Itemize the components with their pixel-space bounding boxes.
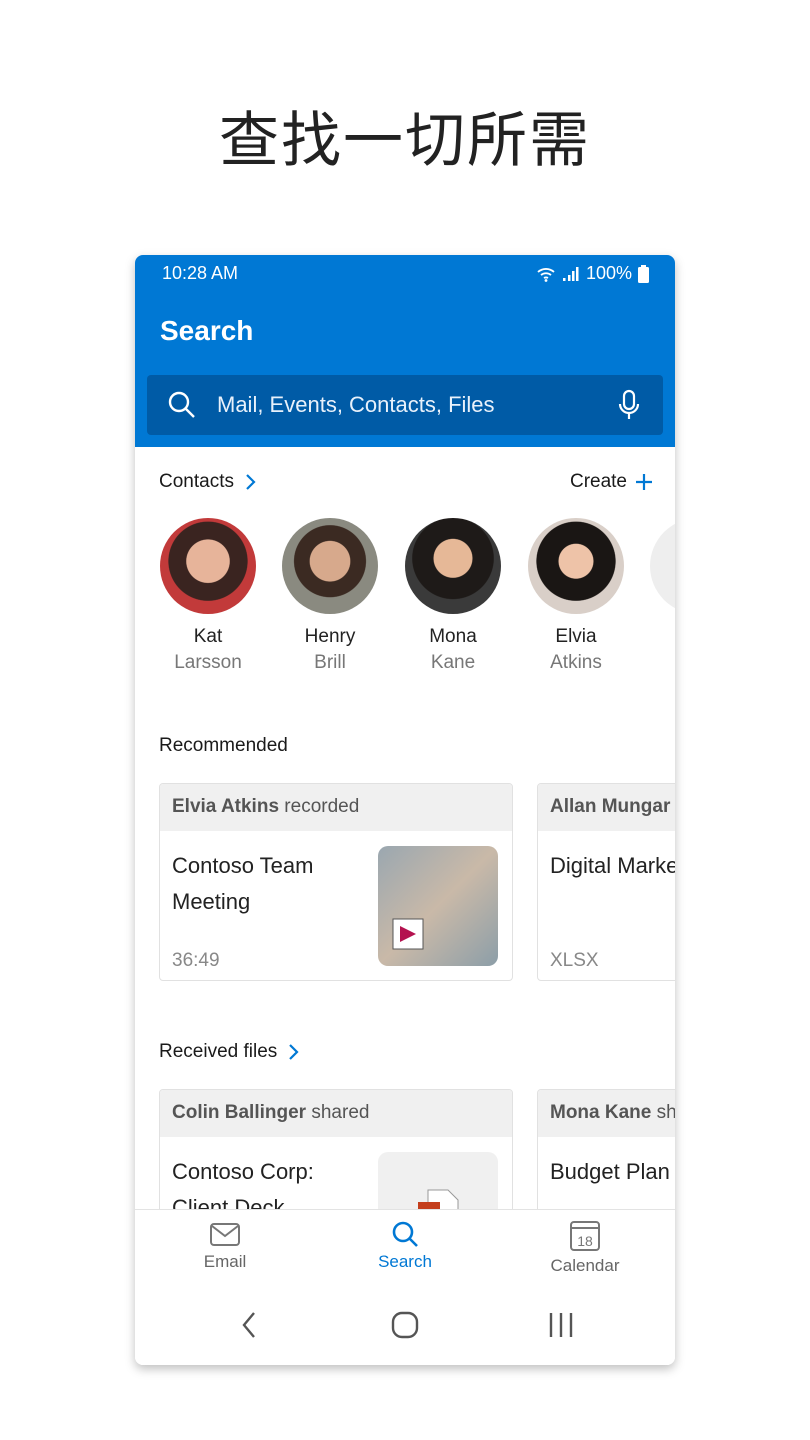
- chevron-right-icon: [246, 474, 256, 490]
- create-contact-button[interactable]: Create: [570, 471, 653, 493]
- contact-item[interactable]: Henry Brill: [270, 518, 390, 674]
- card-meta: XLSX: [550, 950, 599, 971]
- tab-search[interactable]: Search: [345, 1220, 465, 1272]
- file-thumbnail: [378, 1152, 498, 1209]
- search-placeholder: Mail, Events, Contacts, Files: [217, 392, 495, 417]
- contact-last-name: Atkins: [550, 652, 602, 673]
- contact-first-name: Kat: [193, 626, 223, 647]
- contact-last-name: Brill: [314, 652, 346, 673]
- card-author: Elvia Atkins: [172, 796, 280, 817]
- battery-icon: [638, 264, 649, 283]
- recommended-header: Recommended: [159, 735, 288, 756]
- search-icon: [392, 1221, 418, 1247]
- tab-label: Email: [203, 1252, 247, 1271]
- contact-item[interactable]: Mona Kane: [393, 518, 513, 674]
- create-label: Create: [569, 471, 627, 492]
- card-title: Budget Plan Quarter: [550, 1159, 675, 1184]
- contacts-label: Contacts: [159, 471, 234, 492]
- status-time: 10:28 AM: [162, 263, 239, 283]
- avatar: [405, 518, 501, 614]
- contact-item[interactable]: Kat Larsson: [148, 518, 268, 674]
- calendar-icon: 18: [570, 1221, 600, 1251]
- received-files-header[interactable]: Received files: [159, 1041, 299, 1063]
- search-input[interactable]: Mail, Events, Contacts, Files: [147, 375, 663, 435]
- powerpoint-file-icon: [418, 1189, 459, 1209]
- microphone-icon[interactable]: [617, 389, 641, 421]
- status-icons: 100%: [536, 263, 649, 284]
- card-action: recorded: [284, 796, 360, 817]
- contact-first-name: R: [638, 626, 675, 648]
- avatar: [282, 518, 378, 614]
- video-thumbnail: [378, 846, 498, 966]
- recommended-card[interactable]: Allan Mungar Digital Marketing Plan XLSX: [537, 783, 675, 981]
- tab-label: Search: [378, 1252, 432, 1271]
- app-header: 10:28 AM 100% Search Mail, Events, Conta…: [135, 255, 675, 447]
- avatar: [160, 518, 256, 614]
- email-icon: [210, 1223, 240, 1246]
- wifi-icon: [537, 267, 555, 282]
- battery-percent: 100%: [585, 263, 632, 283]
- card-meta: 36:49: [172, 950, 220, 971]
- contact-item[interactable]: Elvia Atkins: [516, 518, 636, 674]
- received-files-label: Received files: [159, 1041, 278, 1062]
- card-action: shared: [311, 1102, 370, 1123]
- card-author: Mona Kane: [550, 1102, 652, 1123]
- contact-first-name: Henry: [304, 626, 356, 647]
- page-title: Search: [160, 315, 254, 346]
- recent-apps-icon[interactable]: [548, 1310, 574, 1340]
- contact-last-name: T: [638, 652, 675, 674]
- tab-email[interactable]: Email: [165, 1220, 285, 1272]
- received-file-card[interactable]: Colin Ballinger shared Contoso Corp: Cli…: [159, 1089, 513, 1209]
- contact-first-name: Elvia: [555, 626, 597, 647]
- headline: 查找一切所需: [219, 106, 591, 176]
- card-action: shared: [656, 1102, 675, 1123]
- card-author: Allan Mungar: [550, 796, 671, 817]
- signal-icon: [562, 266, 579, 281]
- search-icon: [168, 391, 195, 418]
- contact-first-name: Mona: [429, 626, 477, 647]
- recommended-card[interactable]: Elvia Atkins recorded Contoso Team Meeti…: [159, 783, 513, 981]
- stream-video-icon: [392, 918, 424, 950]
- received-file-card[interactable]: Mona Kane shared Budget Plan Quarter: [537, 1089, 675, 1209]
- back-icon[interactable]: [239, 1310, 259, 1340]
- plus-icon: [636, 474, 652, 490]
- search-content: Contacts Create Kat Larsson Henry Brill Mo…: [135, 447, 675, 1209]
- card-author: Colin Ballinger: [172, 1102, 307, 1123]
- phone-screen: 10:28 AM 100% Search Mail, Events, Conta…: [135, 255, 675, 1365]
- home-icon[interactable]: [390, 1310, 420, 1340]
- avatar: [650, 518, 675, 614]
- chevron-right-icon: [289, 1044, 299, 1060]
- card-title: Digital Marketing Plan: [550, 853, 675, 878]
- tab-label: Calendar: [550, 1256, 620, 1275]
- svg-text:18: 18: [577, 1233, 593, 1249]
- bottom-nav: Email Search 18 Calendar: [135, 1209, 675, 1365]
- contacts-header[interactable]: Contacts: [159, 471, 256, 493]
- contact-item[interactable]: RT: [638, 518, 675, 674]
- tab-calendar[interactable]: 18 Calendar: [525, 1220, 645, 1276]
- card-title: Contoso Corp: Client Deck: [172, 1159, 314, 1209]
- card-title: Contoso Team Meeting: [172, 853, 314, 914]
- avatar: [528, 518, 624, 614]
- contact-last-name: Kane: [430, 652, 476, 673]
- contact-last-name: Larsson: [174, 652, 242, 673]
